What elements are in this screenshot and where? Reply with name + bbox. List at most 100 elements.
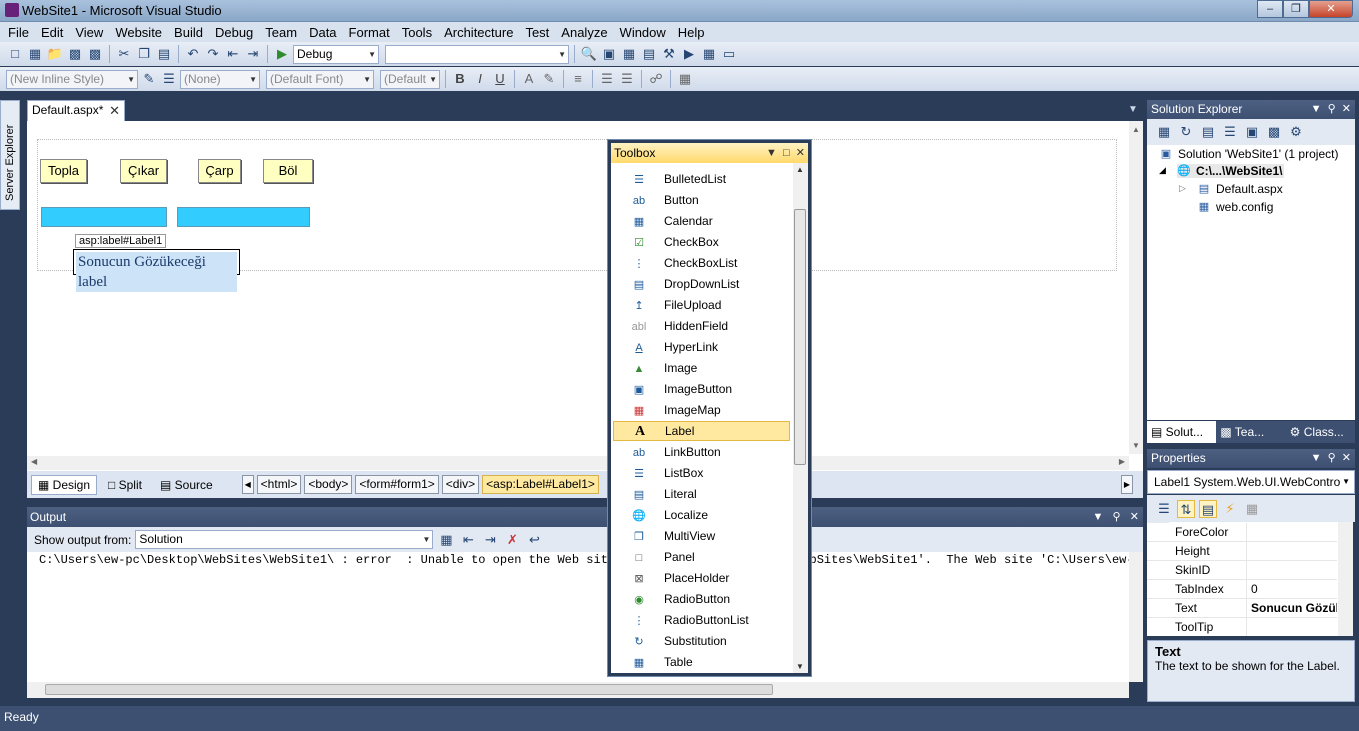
next-message-icon[interactable]: ⇥ <box>481 531 499 549</box>
toolbox-item-checkbox[interactable]: ☑ CheckBox <box>613 232 790 252</box>
categorized-icon[interactable]: ☰ <box>1155 500 1173 518</box>
toolbox-item-multiview[interactable]: ❐ MultiView <box>613 526 790 546</box>
menu-architecture[interactable]: Architecture <box>438 25 519 40</box>
cut-icon[interactable]: ✂ <box>115 45 133 63</box>
toolbox-item-placeholder[interactable]: ⊠ PlaceHolder <box>613 568 790 588</box>
menu-debug[interactable]: Debug <box>209 25 259 40</box>
target-rule-icon[interactable]: ☰ <box>160 70 178 88</box>
output-close-icon[interactable]: ✕ <box>1130 511 1139 523</box>
copy-icon[interactable]: ❐ <box>135 45 153 63</box>
highlight-icon[interactable]: ✎ <box>540 70 558 88</box>
toolbox-item-label[interactable]: A Label <box>613 421 790 441</box>
toolbox-item-dropdownlist[interactable]: ▤ DropDownList <box>613 274 790 294</box>
toolbox-item-calendar[interactable]: ▦ Calendar <box>613 211 790 231</box>
extension-manager-icon[interactable]: ▦ <box>700 45 718 63</box>
format-icon[interactable]: ▦ <box>676 70 694 88</box>
find-message-icon[interactable]: ▦ <box>437 531 455 549</box>
breadcrumb-body[interactable]: <body> <box>304 475 353 494</box>
design-view-button[interactable]: ▦ Design <box>31 474 98 495</box>
toolbox-item-radiobutton[interactable]: ◉ RadioButton <box>613 589 790 609</box>
numbered-list-icon[interactable]: ☰ <box>598 70 616 88</box>
prop-row-forecolor[interactable]: ForeColor <box>1147 523 1337 542</box>
breadcrumb-div[interactable]: <div> <box>441 475 480 494</box>
prop-row-skinid[interactable]: SkinID <box>1147 561 1337 580</box>
menu-team[interactable]: Team <box>259 25 303 40</box>
object-browser-icon[interactable]: ▦ <box>620 45 638 63</box>
designer-horizontal-scrollbar[interactable]: ◀ ▶ <box>27 456 1129 470</box>
properties-icon[interactable]: ▦ <box>1155 123 1173 141</box>
menu-build[interactable]: Build <box>168 25 209 40</box>
tab-default-aspx[interactable]: Default.aspx* ✕ <box>27 100 125 121</box>
italic-button[interactable]: I <box>471 70 489 88</box>
bold-button[interactable]: B <box>451 70 469 88</box>
menu-test[interactable]: Test <box>519 25 555 40</box>
toolbox-item-checkboxlist[interactable]: ⋮ CheckBoxList <box>613 253 790 273</box>
add-item-icon[interactable]: ▦ <box>26 45 44 63</box>
solution-configuration-select[interactable]: Debug ▼ <box>293 44 379 64</box>
se-close-icon[interactable]: ✕ <box>1342 103 1351 115</box>
document-list-dropdown-icon[interactable]: ▼ <box>1128 104 1138 115</box>
output-pin-icon[interactable]: ⚲ <box>1113 511 1121 523</box>
tree-file-web-config[interactable]: ▦ web.config <box>1197 200 1274 214</box>
output-horizontal-scrollbar[interactable] <box>27 682 1129 698</box>
se-pin-icon[interactable]: ⚲ <box>1328 103 1336 115</box>
alphabetical-icon[interactable]: ⇅ <box>1177 499 1195 518</box>
toolbox-item-linkbutton[interactable]: ab LinkButton <box>613 442 790 462</box>
toolbox-item-imagemap[interactable]: ▦ ImageMap <box>613 400 790 420</box>
view-code-icon[interactable]: ☰ <box>1221 123 1239 141</box>
menu-website[interactable]: Website <box>109 25 168 40</box>
menu-help[interactable]: Help <box>672 25 711 40</box>
toolbox-item-fileupload[interactable]: ↥ FileUpload <box>613 295 790 315</box>
menu-window[interactable]: Window <box>614 25 672 40</box>
font-color-icon[interactable]: A <box>520 70 538 88</box>
output-source-select[interactable]: Solution ▼ <box>135 530 434 549</box>
properties-window-icon[interactable]: ▣ <box>600 45 618 63</box>
prop-row-text[interactable]: Text Sonucun Gözük <box>1147 599 1337 618</box>
toolbox-maximize-icon[interactable]: □ <box>783 147 790 159</box>
toolbox-item-literal[interactable]: ▤ Literal <box>613 484 790 504</box>
aspnet-config-icon[interactable]: ⚙ <box>1287 123 1305 141</box>
breadcrumb-label[interactable]: <asp:Label#Label1> <box>482 475 599 494</box>
server-explorer-tab[interactable]: Server Explorer <box>0 100 20 210</box>
solution-explorer-icon[interactable]: ▤ <box>640 45 658 63</box>
textbox-2[interactable] <box>177 207 310 227</box>
word-wrap-icon[interactable]: ↩ <box>525 531 543 549</box>
toolbox-item-panel[interactable]: □ Panel <box>613 547 790 567</box>
font-name-select[interactable]: (Default Font) ▼ <box>266 69 374 89</box>
close-button[interactable]: ✕ <box>1309 0 1353 18</box>
hyperlink-icon[interactable]: ☍ <box>647 70 665 88</box>
toolbox-dropdown-icon[interactable]: ▼ <box>766 147 777 159</box>
menu-analyze[interactable]: Analyze <box>555 25 613 40</box>
clear-all-icon[interactable]: ✗ <box>503 531 521 549</box>
new-project-icon[interactable]: □ <box>6 45 24 63</box>
source-view-button[interactable]: ▤ Source <box>153 475 220 495</box>
toolbox-item-radiobuttonlist[interactable]: ⋮ RadioButtonList <box>613 610 790 630</box>
start-page-icon[interactable]: ▶ <box>680 45 698 63</box>
bol-button[interactable]: Böl <box>263 159 313 183</box>
tab-solution-explorer[interactable]: ▤ Solut... <box>1147 421 1217 443</box>
open-file-icon[interactable]: 📁 <box>46 45 64 63</box>
events-icon[interactable]: ⚡ <box>1221 500 1239 518</box>
tab-team-explorer[interactable]: ▩ Tea... <box>1216 421 1285 443</box>
menu-file[interactable]: File <box>2 25 35 40</box>
save-icon[interactable]: ▩ <box>66 45 84 63</box>
toolbox-item-image[interactable]: ▲ Image <box>613 358 790 378</box>
prop-row-tabindex[interactable]: TabIndex 0 <box>1147 580 1337 599</box>
toolbox-item-hiddenfield[interactable]: abl HiddenField <box>613 316 790 336</box>
view-designer-icon[interactable]: ▣ <box>1243 123 1261 141</box>
textbox-1[interactable] <box>41 207 167 227</box>
style-application-icon[interactable]: ✎ <box>140 70 158 88</box>
align-icon[interactable]: ≡ <box>569 70 587 88</box>
navigate-forward-icon[interactable]: ⇥ <box>244 45 262 63</box>
output-dropdown-icon[interactable]: ▼ <box>1092 511 1103 523</box>
find-combo[interactable]: ▼ <box>385 44 569 64</box>
toolbox-close-icon[interactable]: ✕ <box>796 147 805 159</box>
font-size-select[interactable]: (Default ▼ <box>380 69 440 89</box>
command-window-icon[interactable]: ▭ <box>720 45 738 63</box>
properties-object-select[interactable]: Label1 System.Web.UI.WebContro ▼ <box>1147 470 1355 494</box>
toolbox-scrollbar[interactable]: ▲ ▼ <box>793 163 808 673</box>
tree-project[interactable]: 🌐 C:\...\WebSite1\ <box>1177 164 1285 178</box>
result-label[interactable]: Sonucun Gözükeceği label <box>73 249 240 292</box>
toolbox-item-bulletedlist[interactable]: ☰ BulletedList <box>613 169 790 189</box>
carp-button[interactable]: Çarp <box>198 159 241 183</box>
